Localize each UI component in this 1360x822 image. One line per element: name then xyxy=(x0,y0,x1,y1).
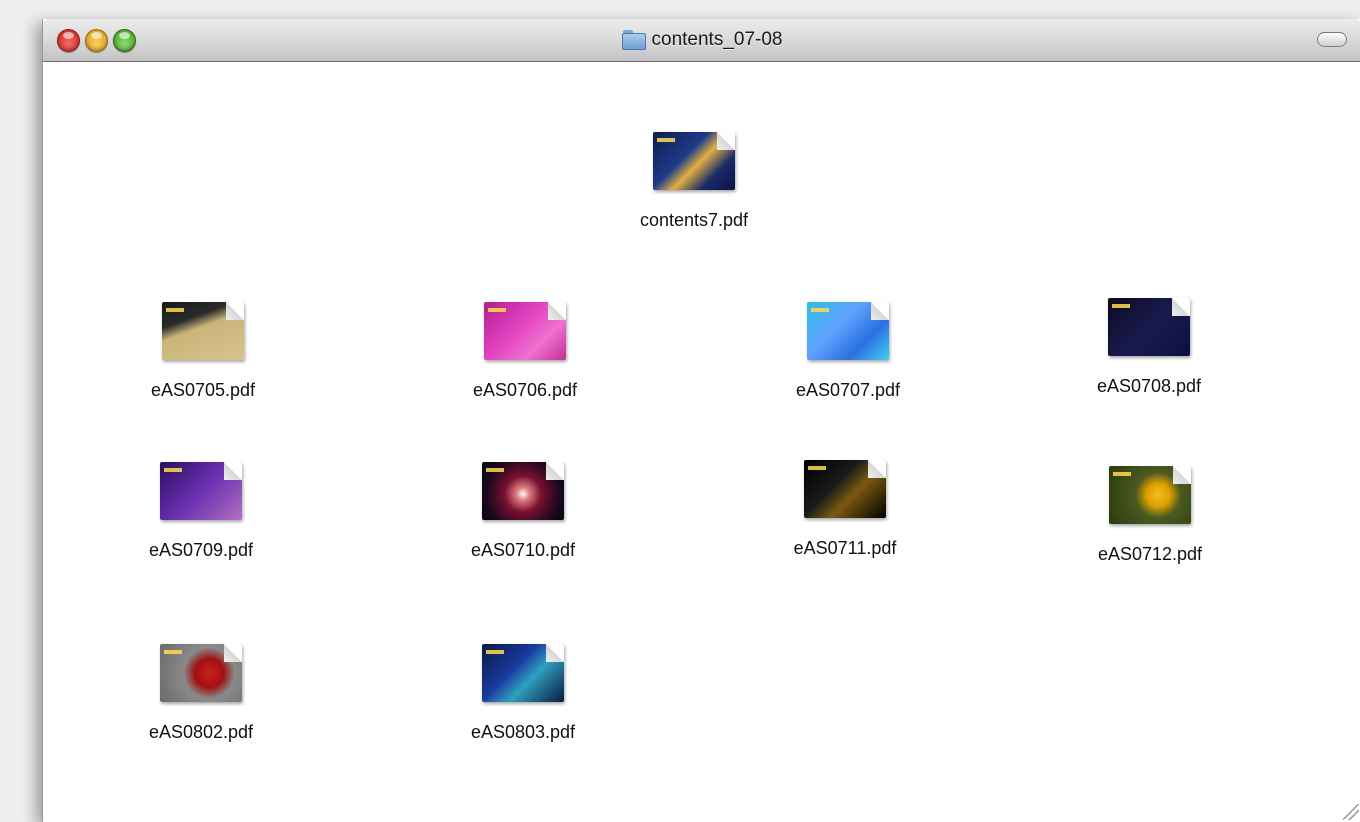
file-name[interactable]: eAS0705.pdf xyxy=(118,380,288,401)
file-item-eAS0711[interactable]: eAS0711.pdf xyxy=(760,460,930,559)
pdf-document-icon[interactable] xyxy=(484,302,566,360)
pdf-document-icon[interactable] xyxy=(804,460,886,518)
window-title: contents_07-08 xyxy=(651,29,783,50)
file-item-eAS0705[interactable]: eAS0705.pdf xyxy=(118,302,288,401)
pdf-document-icon[interactable] xyxy=(482,462,564,520)
pdf-document-icon[interactable] xyxy=(162,302,244,360)
pdf-document-icon[interactable] xyxy=(160,462,242,520)
file-name[interactable]: eAS0709.pdf xyxy=(116,540,286,561)
file-item-contents7[interactable]: contents7.pdf xyxy=(609,132,779,231)
file-item-eAS0803[interactable]: eAS0803.pdf xyxy=(438,644,608,743)
file-name[interactable]: eAS0707.pdf xyxy=(763,380,933,401)
file-item-eAS0802[interactable]: eAS0802.pdf xyxy=(116,644,286,743)
toolbar-toggle-button[interactable] xyxy=(1317,32,1347,47)
file-item-eAS0710[interactable]: eAS0710.pdf xyxy=(438,462,608,561)
file-item-eAS0707[interactable]: eAS0707.pdf xyxy=(763,302,933,401)
folder-icon xyxy=(621,30,646,50)
file-item-eAS0709[interactable]: eAS0709.pdf xyxy=(116,462,286,561)
file-name[interactable]: eAS0802.pdf xyxy=(116,722,286,743)
file-name[interactable]: eAS0708.pdf xyxy=(1064,376,1234,397)
file-name[interactable]: eAS0711.pdf xyxy=(760,538,930,559)
file-name[interactable]: eAS0706.pdf xyxy=(440,380,610,401)
pdf-document-icon[interactable] xyxy=(1108,298,1190,356)
pdf-document-icon[interactable] xyxy=(160,644,242,702)
resize-grip-icon[interactable] xyxy=(1343,804,1359,820)
finder-window: contents_07-08 contents7.pdf eAS0705.pdf… xyxy=(42,19,1360,822)
file-item-eAS0712[interactable]: eAS0712.pdf xyxy=(1065,466,1235,565)
pdf-document-icon[interactable] xyxy=(653,132,735,190)
file-name[interactable]: eAS0710.pdf xyxy=(438,540,608,561)
file-name[interactable]: eAS0803.pdf xyxy=(438,722,608,743)
icon-view[interactable]: contents7.pdf eAS0705.pdf eAS0706.pdf eA… xyxy=(43,62,1360,822)
file-item-eAS0706[interactable]: eAS0706.pdf xyxy=(440,302,610,401)
pdf-document-icon[interactable] xyxy=(807,302,889,360)
file-name[interactable]: contents7.pdf xyxy=(609,210,779,231)
window-title-group: contents_07-08 xyxy=(43,19,1360,61)
pdf-document-icon[interactable] xyxy=(482,644,564,702)
file-item-eAS0708[interactable]: eAS0708.pdf xyxy=(1064,298,1234,397)
pdf-document-icon[interactable] xyxy=(1109,466,1191,524)
title-bar[interactable]: contents_07-08 xyxy=(43,19,1360,62)
file-name[interactable]: eAS0712.pdf xyxy=(1065,544,1235,565)
